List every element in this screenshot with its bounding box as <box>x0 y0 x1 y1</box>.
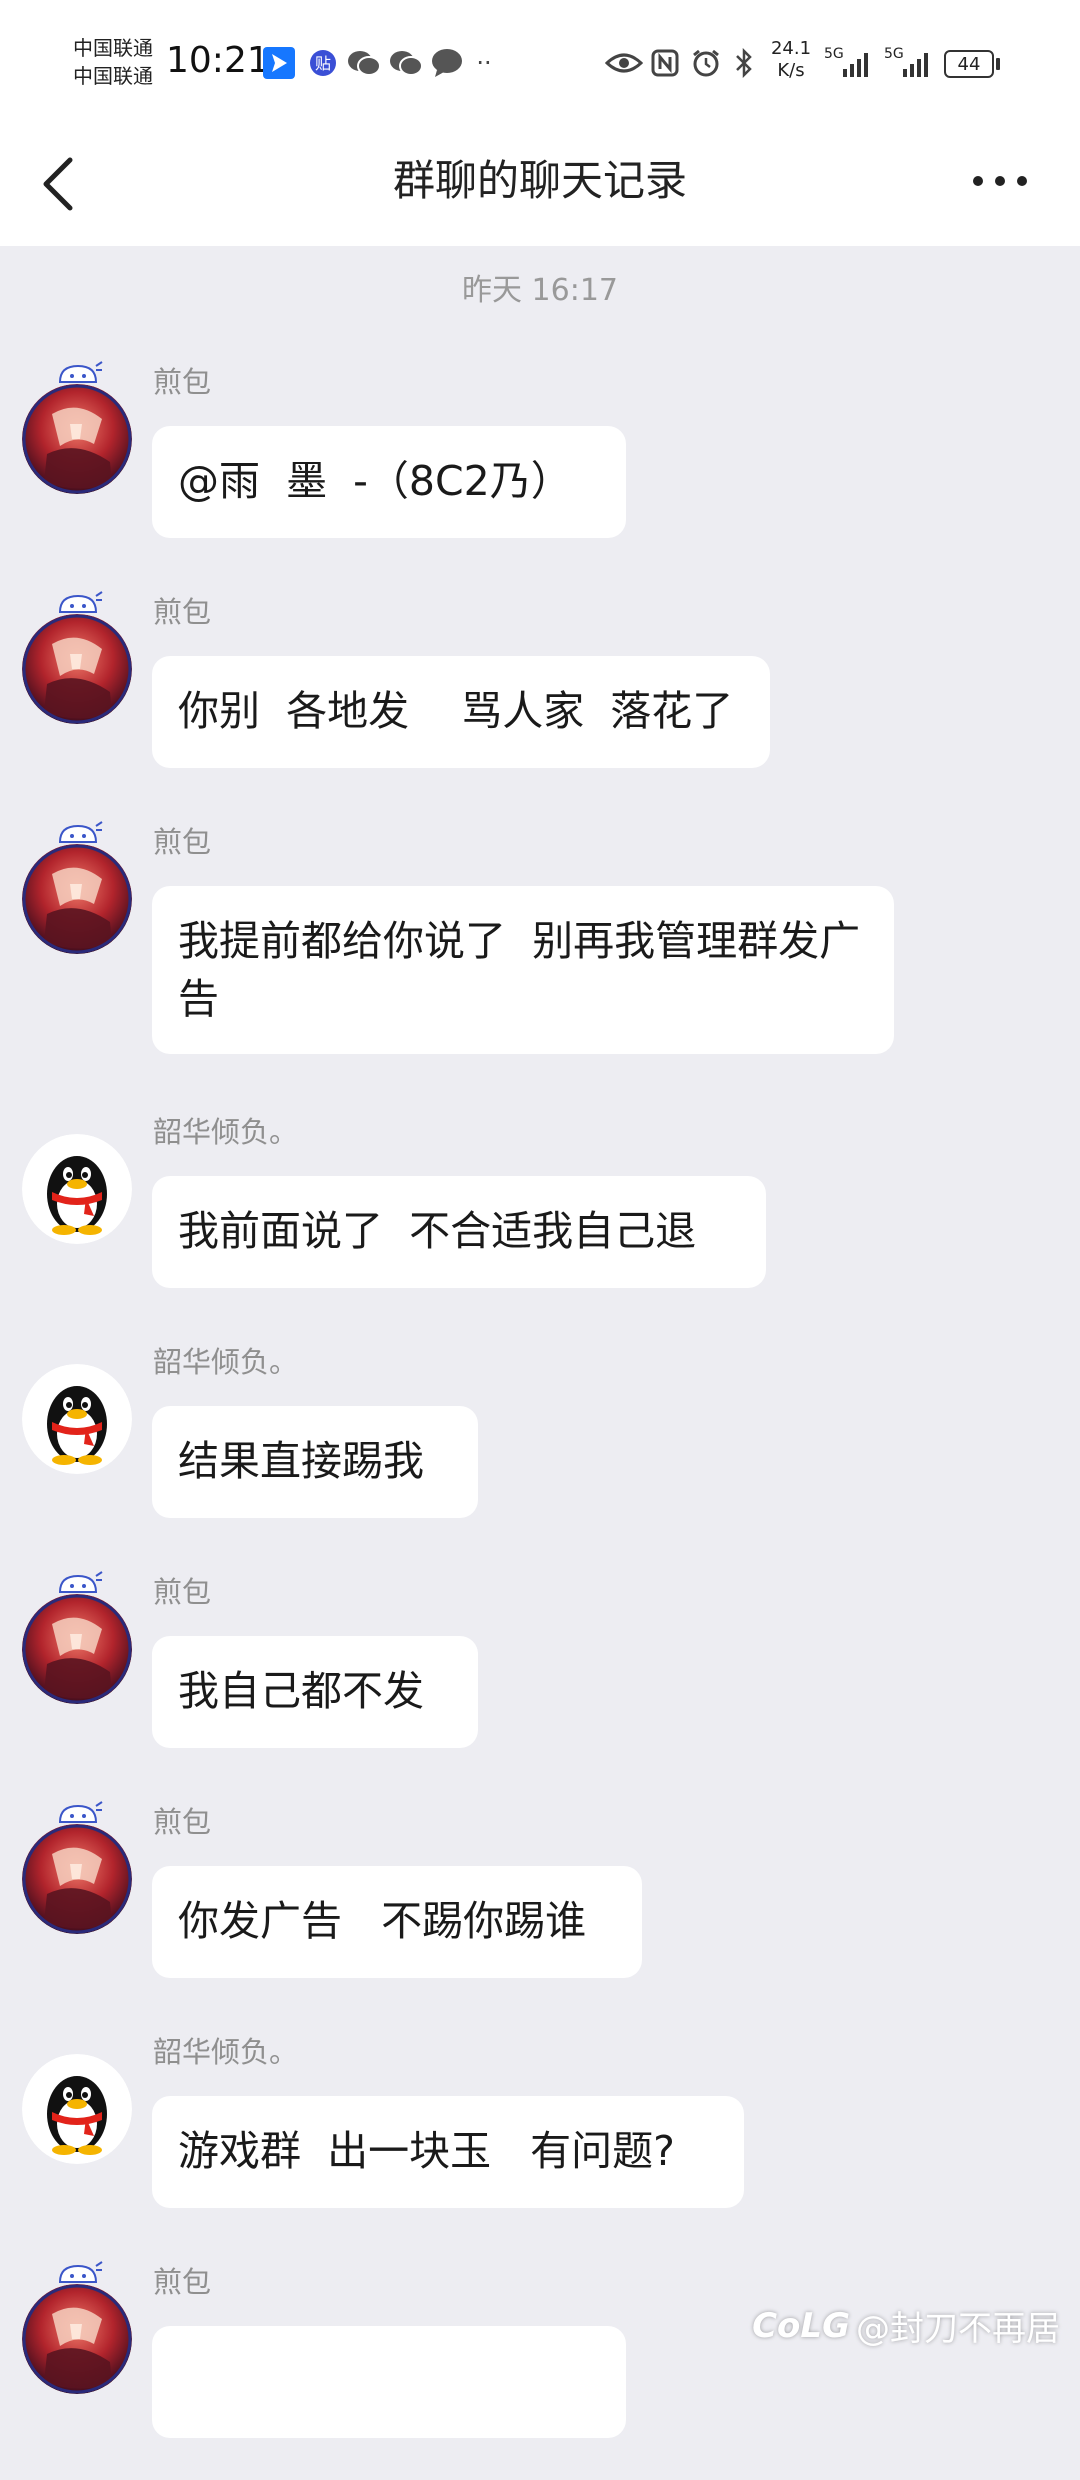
chat-message: 韶华倾负。我前面说了 不合适我自己退 <box>0 1110 1080 1330</box>
anime-avatar[interactable] <box>22 384 132 494</box>
more-dots-icon <box>973 176 1027 186</box>
sender-name: 韶华倾负。 <box>153 1345 299 1379</box>
sender-name: 煎包 <box>153 2265 212 2299</box>
sender-name: 煎包 <box>153 1805 212 1839</box>
page-title: 群聊的聊天记录 <box>392 156 687 205</box>
tieba-app-icon: 贴 <box>308 46 338 80</box>
chat-message: 煎包 <box>0 2260 1080 2480</box>
carrier-1-label: 中国联通 <box>73 36 153 60</box>
more-button[interactable] <box>968 154 1032 208</box>
chat-message: 韶华倾负。结果直接踢我 <box>0 1340 1080 1560</box>
penguin-avatar[interactable] <box>22 1134 132 1244</box>
watermark-logo: CoLG <box>752 2305 850 2346</box>
ghost-badge-icon <box>52 1570 104 1610</box>
ghost-badge-icon <box>52 1800 104 1840</box>
paper-plane-app-icon <box>262 46 296 80</box>
ghost-badge-icon <box>52 820 104 860</box>
anime-avatar[interactable] <box>22 1594 132 1704</box>
penguin-avatar[interactable] <box>22 1364 132 1474</box>
sender-name: 韶华倾负。 <box>153 2035 299 2069</box>
anime-avatar[interactable] <box>22 844 132 954</box>
alarm-icon <box>690 46 722 80</box>
message-bubble[interactable]: 我提前都给你说了 别再我管理群发广告 <box>152 886 894 1054</box>
chat-message: 韶华倾负。游戏群 出一块玉 有问题? <box>0 2030 1080 2250</box>
ghost-badge-icon <box>52 360 104 400</box>
eye-icon <box>604 46 644 80</box>
message-bubble[interactable]: 游戏群 出一块玉 有问题? <box>152 2096 744 2208</box>
chat-message: 煎包你别 各地发 骂人家 落花了 <box>0 590 1080 810</box>
wechat-icon <box>388 46 424 80</box>
ghost-badge-icon <box>52 590 104 630</box>
signal-2-icon <box>900 46 934 80</box>
carrier-2-label: 中国联通 <box>73 64 153 88</box>
sender-name: 韶华倾负。 <box>153 1115 299 1149</box>
message-bubble[interactable]: 我自己都不发 <box>152 1636 478 1748</box>
ghost-badge-icon <box>52 2260 104 2300</box>
message-bubble[interactable]: 你发广告 不踢你踢谁 <box>152 1866 642 1978</box>
message-bubble[interactable]: 结果直接踢我 <box>152 1406 478 1518</box>
message-bubble[interactable]: 我前面说了 不合适我自己退 <box>152 1176 766 1288</box>
bluetooth-icon <box>732 46 756 80</box>
signal-1-icon <box>840 46 874 80</box>
chat-message: 煎包你发广告 不踢你踢谁 <box>0 1800 1080 2020</box>
chat-message: 煎包我提前都给你说了 别再我管理群发广告 <box>0 820 1080 1054</box>
status-time: 10:21 <box>166 40 270 81</box>
chat-timestamp: 昨天 16:17 <box>462 273 618 308</box>
anime-avatar[interactable] <box>22 614 132 724</box>
sender-name: 煎包 <box>153 365 212 399</box>
more-notifications-icon: ·· <box>476 49 492 77</box>
svg-text:贴: 贴 <box>315 54 331 73</box>
nav-bar: 群聊的聊天记录 <box>0 124 1080 246</box>
net-speed: 24.1 K/s <box>766 38 816 82</box>
net-speed-value: 24.1 <box>770 38 812 59</box>
anime-avatar[interactable] <box>22 2284 132 2394</box>
message-bubble[interactable] <box>152 2326 626 2438</box>
chat-message: 煎包 我自己都不发 <box>0 1570 1080 1790</box>
watermark: CoLG @封刀不再居 <box>752 2301 1060 2350</box>
chat-message: 煎包 @雨 墨 -（8C2乃） <box>0 360 1080 580</box>
message-bubble[interactable]: @雨 墨 -（8C2乃） <box>152 426 626 538</box>
battery-cap <box>996 58 1000 70</box>
penguin-avatar[interactable] <box>22 2054 132 2164</box>
net-speed-unit: K/s <box>777 60 805 81</box>
message-icon <box>430 46 464 80</box>
watermark-text: @封刀不再居 <box>856 2309 1060 2349</box>
status-bar: 中国联通 中国联通 10:21 贴 ·· 24.1 K/s 5G 5G 44 <box>0 0 1080 124</box>
wechat-icon <box>346 46 382 80</box>
message-bubble[interactable]: 你别 各地发 骂人家 落花了 <box>152 656 770 768</box>
anime-avatar[interactable] <box>22 1824 132 1934</box>
nfc-icon <box>650 46 680 80</box>
sender-name: 煎包 <box>153 1575 212 1609</box>
sender-name: 煎包 <box>153 825 212 859</box>
sender-name: 煎包 <box>153 595 212 629</box>
battery-icon: 44 <box>944 50 994 78</box>
